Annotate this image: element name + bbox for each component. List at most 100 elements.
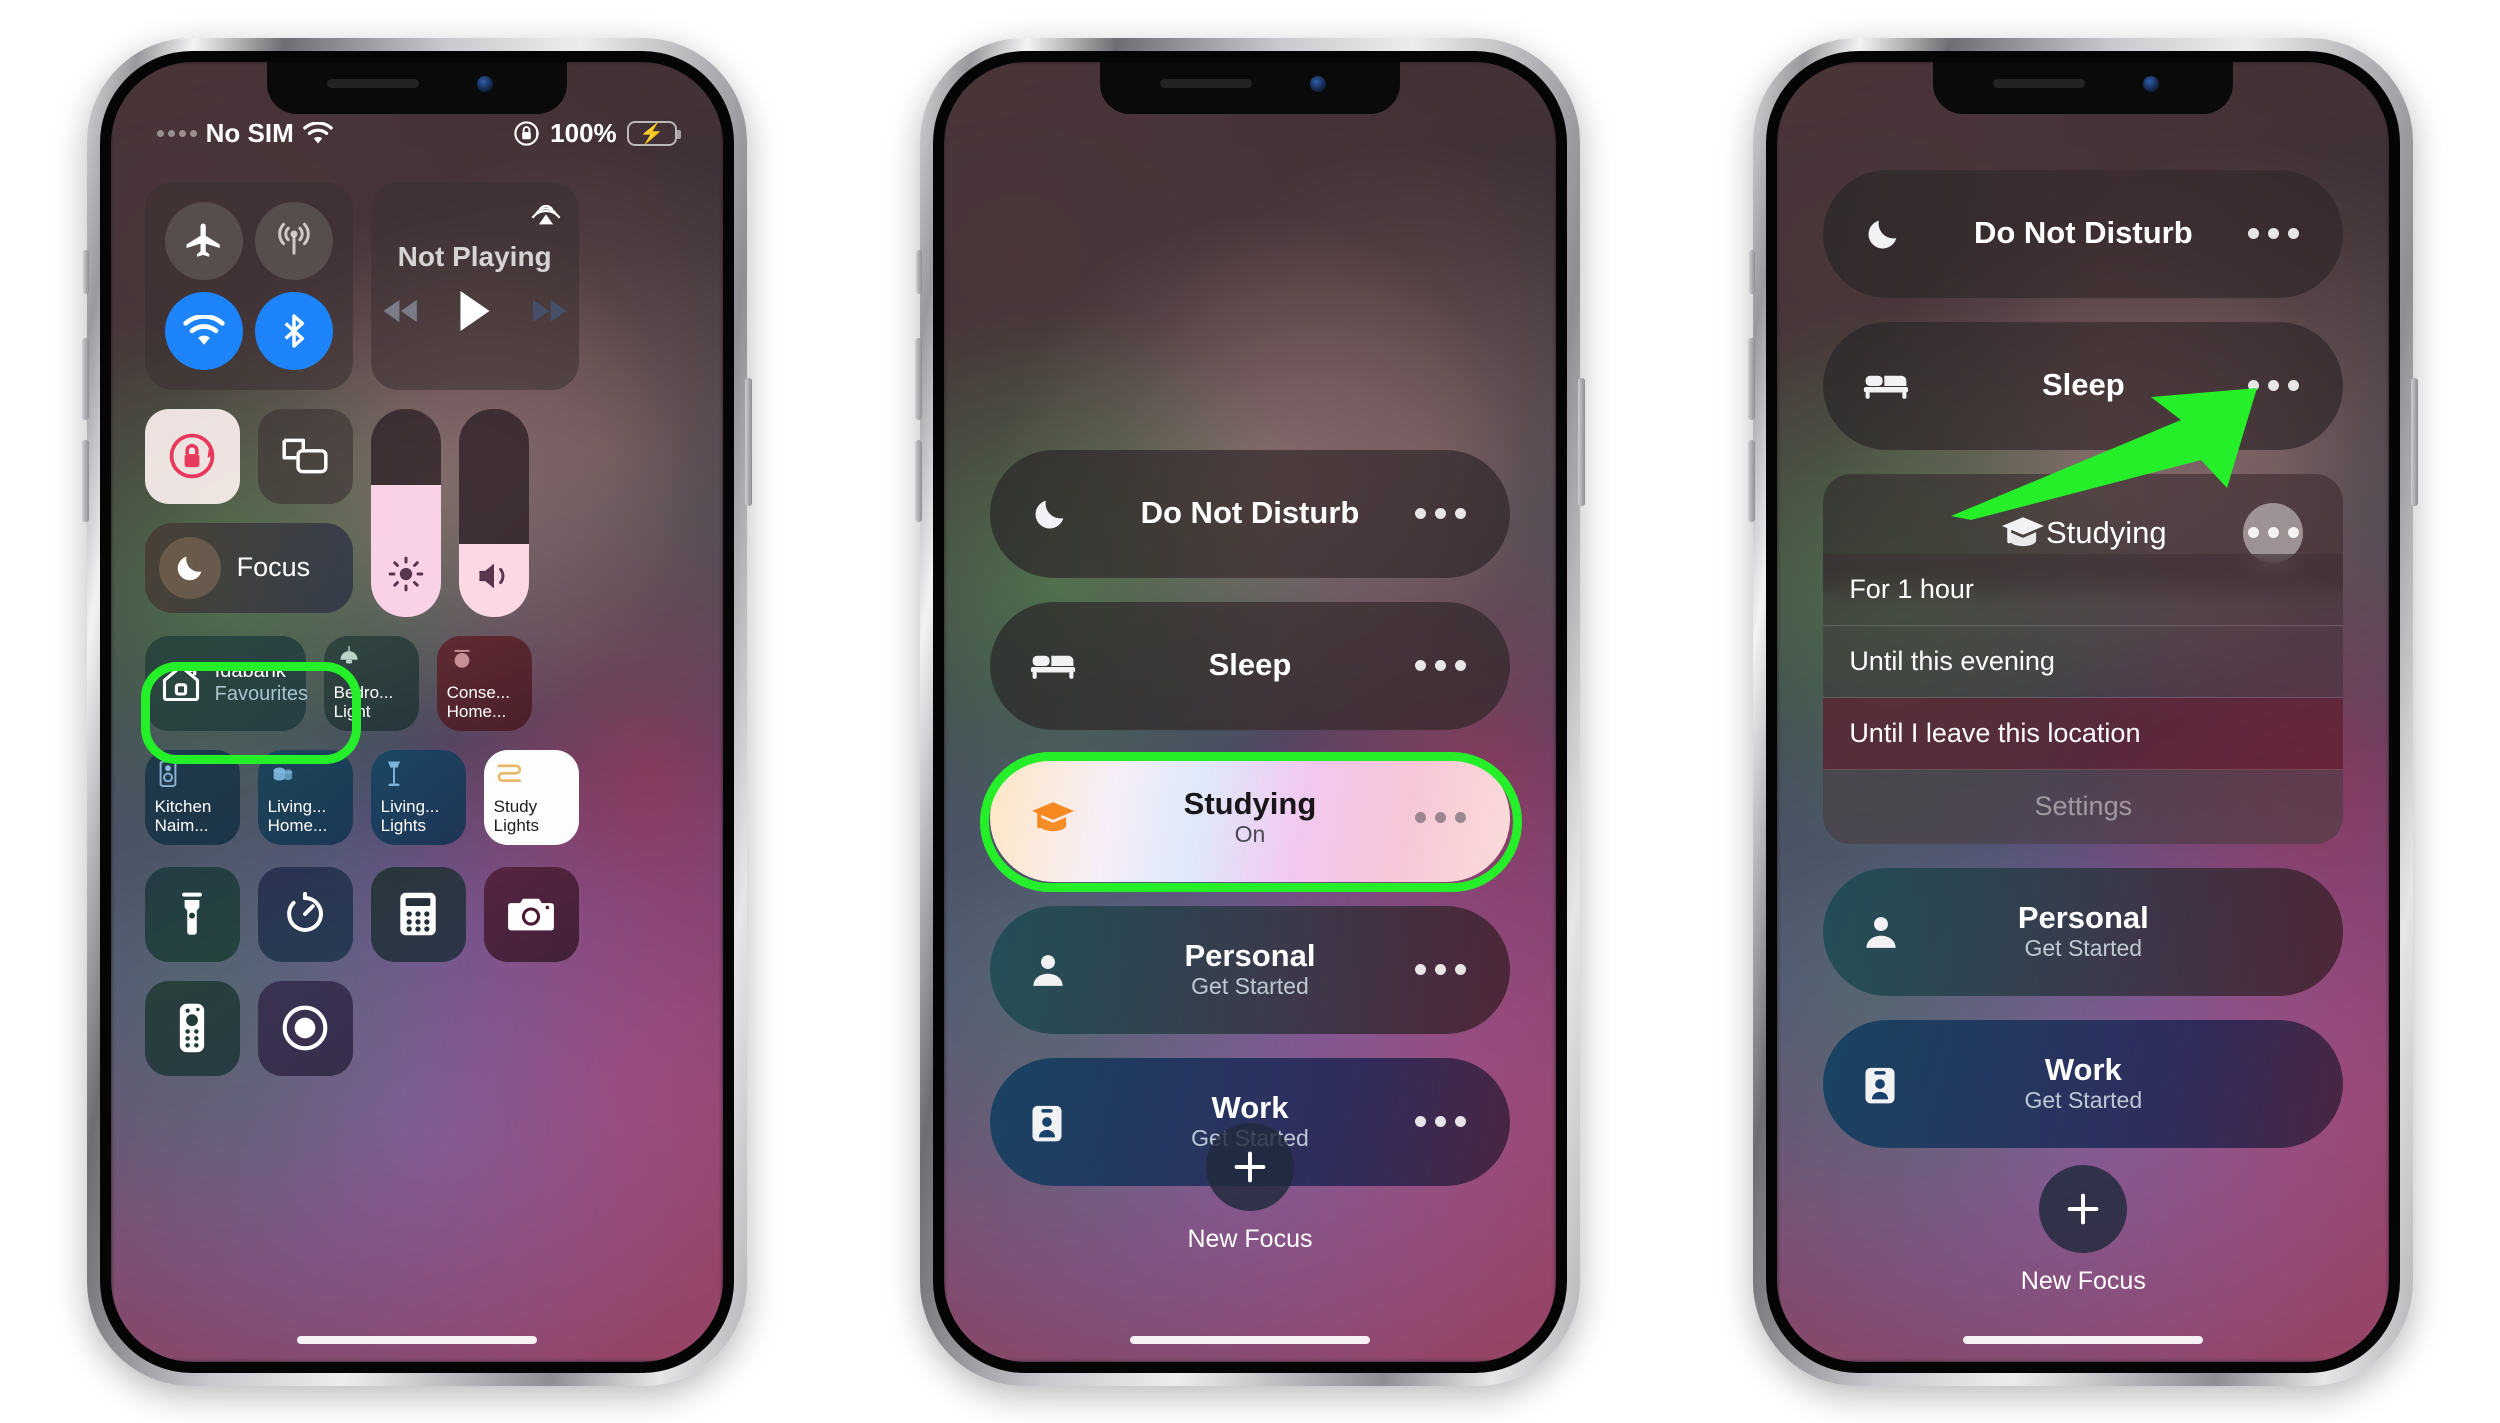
focus-mode-name: Personal	[2017, 900, 2149, 936]
connectivity-tile[interactable]	[144, 181, 353, 390]
control-center: Not Playing Focus Idabank Favourites Bed…	[111, 181, 723, 1362]
new-focus-button[interactable]	[1205, 1122, 1294, 1211]
focus-button[interactable]: Focus	[144, 522, 353, 613]
focus-mode-text: Do Not Disturb	[1974, 215, 2193, 251]
timer-icon	[282, 891, 328, 937]
earpiece-speaker	[1993, 78, 2086, 88]
home-indicator[interactable]	[1963, 1335, 2204, 1344]
screen-record-icon	[281, 1004, 329, 1052]
bed-icon	[1863, 369, 1909, 403]
graduation-cap-icon	[2000, 512, 2046, 554]
accessory-study-lights[interactable]: Study Lights	[483, 749, 579, 845]
mute-switch[interactable]	[1749, 249, 1756, 294]
volume-down-button[interactable]	[81, 439, 89, 522]
calculator-icon	[398, 891, 438, 937]
accessory-kitchen-naim[interactable]: Kitchen Naim...	[144, 749, 240, 845]
person-icon	[1030, 951, 1066, 989]
focus-mode-sleep[interactable]: Sleep	[989, 601, 1510, 730]
rotation-lock-icon	[513, 120, 540, 147]
ellipsis-icon[interactable]	[1414, 508, 1466, 519]
menu-item-for-1-hour[interactable]: For 1 hour	[1823, 554, 2344, 626]
home-indicator[interactable]	[1129, 1335, 1370, 1344]
new-focus-section: New Focus	[944, 1122, 1556, 1254]
cellular-data-toggle[interactable]	[254, 201, 333, 280]
bed-icon	[1030, 649, 1076, 683]
brightness-fill	[370, 485, 441, 617]
focus-mode-studying[interactable]: Studying On	[989, 753, 1510, 882]
accessory-conservatory-home[interactable]: Conse... Home...	[436, 635, 532, 731]
focus-mode-do-not-disturb[interactable]: Do Not Disturb	[1823, 169, 2344, 298]
new-focus-button[interactable]	[2039, 1164, 2128, 1253]
focus-mode-status: On	[1234, 820, 1266, 847]
ellipsis-icon[interactable]	[1414, 812, 1466, 823]
menu-item-until-i-leave-this-location[interactable]: Until I leave this location	[1823, 697, 2344, 770]
accessory-line2: Naim...	[154, 816, 209, 836]
ellipsis-icon[interactable]	[2248, 228, 2300, 239]
volume-down-button[interactable]	[914, 439, 922, 522]
accessory-label: Study Lights	[494, 797, 569, 835]
focus-mode-sleep[interactable]: Sleep	[1823, 321, 2344, 450]
now-playing-title: Not Playing	[397, 240, 552, 272]
earpiece-speaker	[326, 78, 419, 88]
ellipsis-icon[interactable]	[2248, 380, 2300, 391]
airplay-icon[interactable]	[529, 196, 563, 230]
brightness-slider[interactable]	[370, 408, 441, 617]
accessory-living-lights[interactable]: Living... Lights	[370, 749, 466, 845]
focus-mode-text: Personal Get Started	[2018, 901, 2149, 961]
home-tile-text: Idabank Favourites	[215, 660, 308, 706]
volume-up-button[interactable]	[914, 337, 922, 420]
accessory-living-home[interactable]: Living... Home...	[257, 749, 353, 845]
fast-forward-icon[interactable]	[530, 298, 568, 324]
utilities-row-1	[144, 866, 689, 962]
focus-mode-work[interactable]: Work Get Started	[1823, 1019, 2344, 1148]
status-bar-left: No SIM	[156, 118, 333, 149]
apple-tv-remote-icon	[176, 1002, 208, 1054]
camera-icon	[507, 894, 555, 934]
rewind-icon[interactable]	[382, 298, 420, 324]
camera-button[interactable]	[483, 866, 579, 962]
volume-slider[interactable]	[458, 408, 529, 617]
home-indicator[interactable]	[296, 1335, 537, 1344]
screen-record-button[interactable]	[257, 980, 353, 1076]
power-button[interactable]	[1577, 377, 1585, 506]
focus-mode-status: Get Started	[2024, 1086, 2143, 1113]
phone-3: Do Not Disturb Sleep Studying For 1 hour…	[1748, 37, 2419, 1386]
play-icon[interactable]	[458, 290, 492, 331]
accessory-line1: Bedro...	[333, 683, 394, 703]
calculator-button[interactable]	[370, 866, 466, 962]
focus-mode-personal[interactable]: Personal Get Started	[989, 905, 1510, 1034]
wifi-toggle[interactable]	[164, 291, 243, 370]
focus-mode-do-not-disturb[interactable]: Do Not Disturb	[989, 449, 1510, 578]
screen-mirroring-button[interactable]	[257, 408, 353, 504]
volume-up-button[interactable]	[81, 337, 89, 420]
home-favourites-tile[interactable]: Idabank Favourites	[144, 635, 308, 731]
focus-mode-personal[interactable]: Personal Get Started	[1823, 867, 2344, 996]
phone-1: No SIM 100% ⚡ Not Playing Focus Idabank …	[81, 37, 752, 1386]
flashlight-button[interactable]	[144, 866, 240, 962]
menu-item-settings[interactable]: Settings	[1823, 769, 2344, 844]
mute-switch[interactable]	[82, 249, 89, 294]
power-button[interactable]	[744, 377, 752, 506]
rotation-lock-button[interactable]	[144, 408, 240, 504]
airplane-mode-toggle[interactable]	[164, 201, 243, 280]
menu-item-label: Until I leave this location	[1849, 717, 2141, 748]
home-title: Idabank	[214, 660, 286, 682]
ellipsis-icon[interactable]	[1414, 964, 1466, 975]
plus-icon	[1230, 1147, 1270, 1187]
now-playing-tile[interactable]: Not Playing	[370, 181, 579, 390]
front-camera-icon	[2143, 75, 2160, 92]
timer-button[interactable]	[257, 866, 353, 962]
apple-tv-remote-button[interactable]	[144, 980, 240, 1076]
accessory-line2: Home...	[446, 702, 507, 722]
bluetooth-toggle[interactable]	[254, 291, 333, 370]
accessory-label: Living... Lights	[381, 797, 456, 835]
accessory-bedroom-light[interactable]: Bedro... Light	[323, 635, 419, 731]
volume-up-button[interactable]	[1748, 337, 1756, 420]
power-button[interactable]	[2411, 377, 2419, 506]
ellipsis-icon[interactable]	[1414, 660, 1466, 671]
mute-switch[interactable]	[915, 249, 922, 294]
house-icon	[159, 661, 203, 705]
menu-item-until-this-evening[interactable]: Until this evening	[1823, 626, 2344, 698]
brightness-icon	[387, 555, 425, 593]
volume-down-button[interactable]	[1748, 439, 1756, 522]
